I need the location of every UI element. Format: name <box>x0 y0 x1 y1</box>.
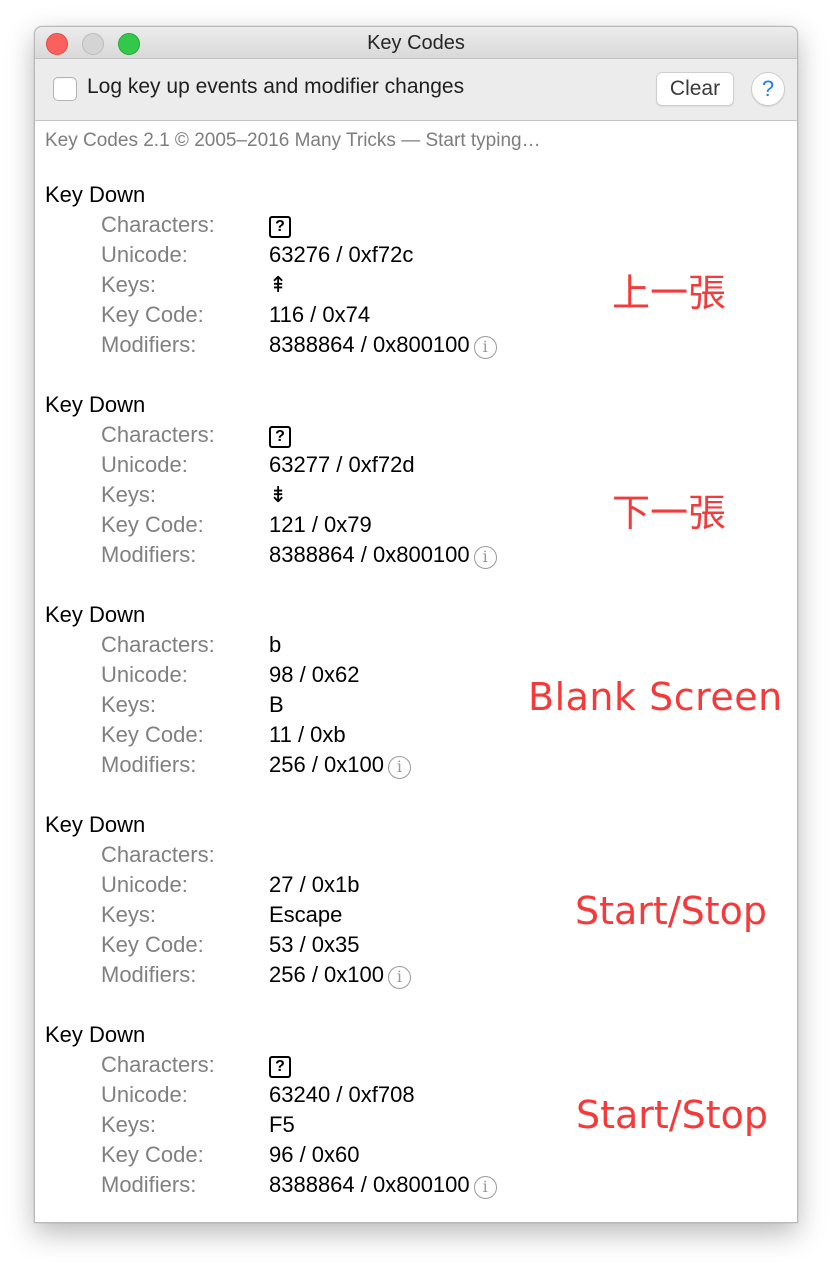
annotation-start-stop-f5: Start/Stop <box>576 1093 769 1137</box>
field-label: Unicode: <box>101 242 188 267</box>
modifiers-value: 8388864 / 0x800100 <box>269 1172 470 1197</box>
field-value: 96 / 0x60 <box>269 1142 360 1167</box>
field-row-characters: Characters:? <box>101 212 741 242</box>
field-value: b <box>269 632 282 657</box>
field-row-characters: Characters:? <box>101 422 741 452</box>
version-banner: Key Codes 2.1 © 2005–2016 Many Tricks — … <box>45 130 541 151</box>
log-key-up-label[interactable]: Log key up events and modifier changes <box>87 75 464 99</box>
field-value: 121 / 0x79 <box>269 512 372 537</box>
annotation-next: 下一張 <box>612 491 727 535</box>
field-value: 256 / 0x100 i <box>269 962 411 989</box>
field-row-characters: Characters:? <box>101 1052 741 1082</box>
field-label: Key Code: <box>101 302 204 327</box>
field-label: Unicode: <box>101 452 188 477</box>
field-value: 98 / 0x62 <box>269 662 360 687</box>
field-row-modifiers: Modifiers: 8388864 / 0x800100 i <box>101 542 741 572</box>
field-value: 63240 / 0xf708 <box>269 1082 415 1107</box>
annotation-start-stop-escape: Start/Stop <box>575 889 768 933</box>
field-row-modifiers: Modifiers: 256 / 0x100 i <box>101 752 741 782</box>
modifiers-value: 256 / 0x100 <box>269 752 384 777</box>
field-label: Characters: <box>101 1052 215 1077</box>
field-value: 63276 / 0xf72c <box>269 242 414 267</box>
field-row-characters: Characters: b <box>101 632 741 662</box>
field-label: Modifiers: <box>101 962 197 987</box>
clear-button[interactable]: Clear <box>656 72 734 106</box>
field-label: Modifiers: <box>101 542 197 567</box>
field-label: Key Code: <box>101 932 204 957</box>
field-label: Unicode: <box>101 1082 188 1107</box>
field-value: 116 / 0x74 <box>269 302 371 327</box>
event-title: Key Down <box>45 182 146 207</box>
info-icon[interactable]: i <box>387 756 411 779</box>
field-label: Unicode: <box>101 872 188 897</box>
field-label: Modifiers: <box>101 332 197 357</box>
unknown-character-icon: ? <box>269 426 291 448</box>
field-row-characters: Characters: <box>101 842 741 872</box>
field-value: 256 / 0x100 i <box>269 752 411 779</box>
field-value: 8388864 / 0x800100 i <box>269 332 497 359</box>
title-bar[interactable]: Key Codes <box>35 27 797 59</box>
field-value: 63277 / 0xf72d <box>269 452 415 477</box>
field-label: Keys: <box>101 902 157 927</box>
modifiers-value: 8388864 / 0x800100 <box>269 332 470 357</box>
field-value: 8388864 / 0x800100 i <box>269 542 497 569</box>
field-value: ⇞ <box>269 272 288 297</box>
field-value: ? <box>269 422 291 448</box>
field-value: 8388864 / 0x800100 i <box>269 1172 497 1199</box>
field-row-modifiers: Modifiers: 8388864 / 0x800100 i <box>101 1172 741 1202</box>
help-icon: ? <box>761 76 775 101</box>
field-value: 27 / 0x1b <box>269 872 360 897</box>
field-value: ? <box>269 212 291 238</box>
field-label: Unicode: <box>101 662 188 687</box>
field-row-key-code: Key Code: 11 / 0xb <box>101 722 741 752</box>
unknown-character-icon: ? <box>269 216 291 238</box>
event-title: Key Down <box>45 1022 146 1047</box>
field-label: Key Code: <box>101 722 204 747</box>
toolbar: Log key up events and modifier changes C… <box>35 59 797 121</box>
unknown-character-icon: ? <box>269 1056 291 1078</box>
field-row-key-code: Key Code: 53 / 0x35 <box>101 932 741 962</box>
field-label: Keys: <box>101 692 157 717</box>
field-value: ? <box>269 1052 291 1078</box>
event-title: Key Down <box>45 812 146 837</box>
annotation-previous: 上一張 <box>612 271 727 315</box>
help-button[interactable]: ? <box>751 72 785 106</box>
info-icon[interactable]: i <box>473 1176 497 1199</box>
field-row-modifiers: Modifiers: 8388864 / 0x800100 i <box>101 332 741 362</box>
field-row-unicode: Unicode: 63277 / 0xf72d <box>101 452 741 482</box>
field-label: Characters: <box>101 842 215 867</box>
annotation-blank-screen: Blank Screen <box>528 675 783 719</box>
modifiers-value: 256 / 0x100 <box>269 962 384 987</box>
event-title: Key Down <box>45 602 146 627</box>
field-label: Modifiers: <box>101 752 197 777</box>
field-label: Characters: <box>101 632 215 657</box>
field-value: Escape <box>269 902 343 927</box>
modifiers-value: 8388864 / 0x800100 <box>269 542 470 567</box>
field-value: 53 / 0x35 <box>269 932 360 957</box>
info-icon[interactable]: i <box>473 546 497 569</box>
event-title: Key Down <box>45 392 146 417</box>
field-label: Keys: <box>101 1112 157 1137</box>
field-row-modifiers: Modifiers: 256 / 0x100 i <box>101 962 741 992</box>
key-codes-window: Key Codes Log key up events and modifier… <box>34 26 798 1223</box>
field-value: B <box>269 692 284 717</box>
field-label: Key Code: <box>101 512 204 537</box>
log-key-up-checkbox[interactable] <box>53 77 77 101</box>
field-value: 11 / 0xb <box>269 722 346 747</box>
field-value: F5 <box>269 1112 295 1137</box>
field-value: ⇟ <box>269 482 288 507</box>
window-title: Key Codes <box>367 32 465 54</box>
field-label: Modifiers: <box>101 1172 197 1197</box>
field-label: Key Code: <box>101 1142 204 1167</box>
info-icon[interactable]: i <box>387 966 411 989</box>
field-label: Keys: <box>101 272 157 297</box>
info-icon[interactable]: i <box>473 336 497 359</box>
field-label: Characters: <box>101 422 215 447</box>
field-label: Keys: <box>101 482 157 507</box>
field-label: Characters: <box>101 212 215 237</box>
field-row-key-code: Key Code: 96 / 0x60 <box>101 1142 741 1172</box>
